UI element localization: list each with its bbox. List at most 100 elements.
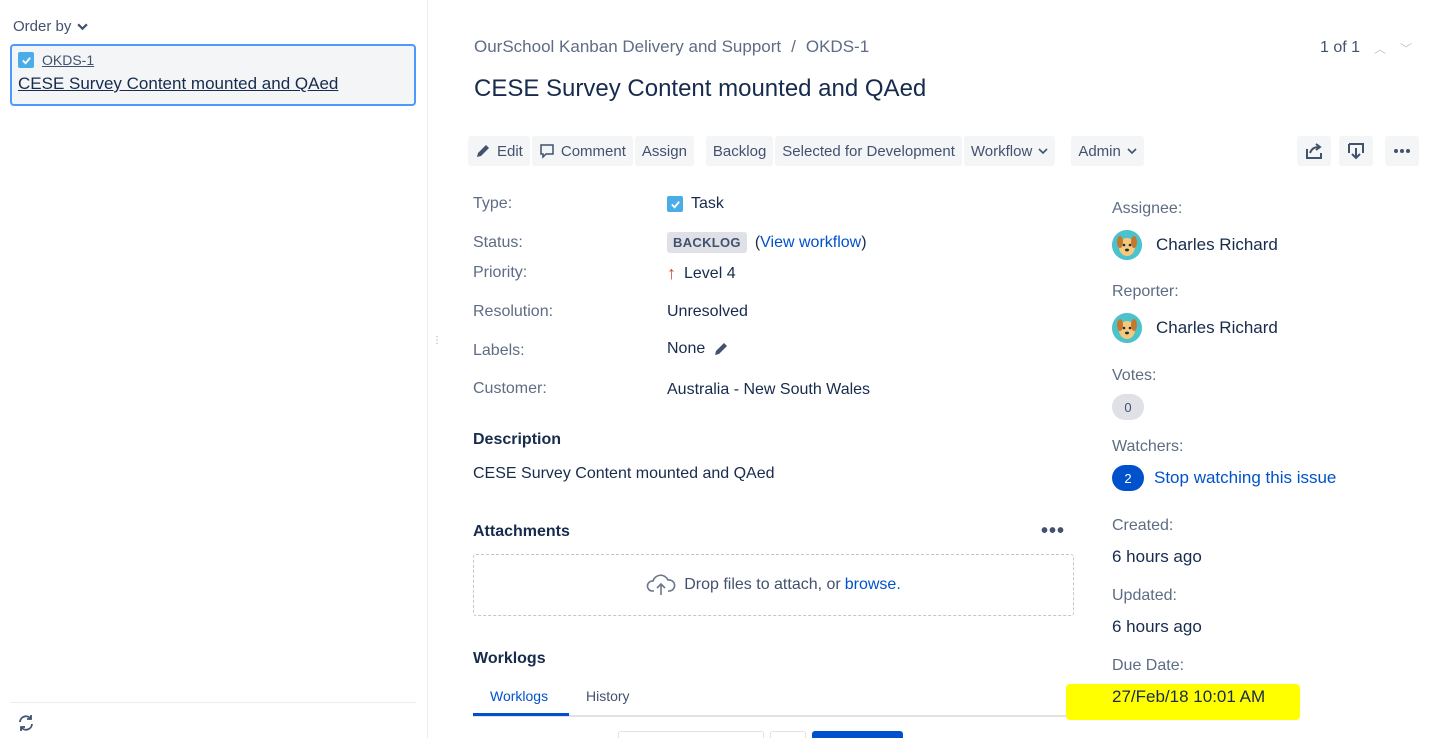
issue-summary-link[interactable]: CESE Survey Content mounted and QAed bbox=[18, 74, 408, 94]
selected-for-development-label: Selected for Development bbox=[782, 142, 955, 160]
avatar-icon bbox=[1112, 313, 1142, 343]
partial-primary-button[interactable] bbox=[812, 731, 903, 738]
order-by-dropdown[interactable]: Order by bbox=[13, 18, 89, 35]
issue-pager: 1 of 1 ︿ ﹀ bbox=[1320, 39, 1412, 57]
view-workflow-link[interactable]: View workflow bbox=[760, 234, 861, 251]
reporter-name: Charles Richard bbox=[1156, 318, 1278, 337]
description-text[interactable]: CESE Survey Content mounted and QAed bbox=[473, 465, 775, 483]
page-title: CESE Survey Content mounted and QAed bbox=[474, 75, 927, 102]
worklogs-heading: Worklogs bbox=[473, 650, 546, 667]
resolution-label: Resolution: bbox=[473, 303, 554, 320]
type-label: Type: bbox=[473, 195, 513, 212]
priority-value: ↑ Level 4 bbox=[667, 263, 736, 284]
avatar-icon bbox=[1112, 230, 1142, 260]
breadcrumb-project-link[interactable]: OurSchool Kanban Delivery and Support bbox=[474, 37, 781, 57]
active-tab-indicator bbox=[473, 713, 569, 716]
resolution-value: Unresolved bbox=[667, 303, 748, 320]
backlog-button[interactable]: Backlog bbox=[705, 136, 774, 166]
chevron-down-icon bbox=[1127, 148, 1137, 155]
assignee-value[interactable]: Charles Richard bbox=[1112, 230, 1278, 260]
attachments-more-icon[interactable]: ••• bbox=[1041, 521, 1065, 541]
task-icon bbox=[667, 196, 683, 212]
pager-count: 1 of 1 bbox=[1320, 39, 1361, 56]
assign-label: Assign bbox=[641, 142, 687, 160]
customer-value: Australia - New South Wales bbox=[667, 381, 871, 398]
votes-value[interactable]: 0 bbox=[1112, 394, 1144, 420]
votes-label: Votes: bbox=[1112, 367, 1157, 384]
due-date-value: 27/Feb/18 10:01 AM bbox=[1112, 687, 1266, 706]
pencil-icon bbox=[477, 145, 489, 157]
more-icon bbox=[1394, 149, 1410, 153]
share-icon bbox=[1306, 143, 1322, 159]
issue-list-pane: Order by OKDS-1 CESE Survey Content moun… bbox=[0, 0, 428, 738]
issue-toolbar: Edit Comment Assign Backlog Selected for… bbox=[468, 136, 1144, 166]
reporter-label: Reporter: bbox=[1112, 283, 1179, 300]
divider bbox=[10, 702, 416, 703]
labels-text: None bbox=[667, 340, 706, 357]
breadcrumb-issue-link[interactable]: OKDS-1 bbox=[806, 37, 869, 57]
issue-list-item[interactable]: OKDS-1 CESE Survey Content mounted and Q… bbox=[10, 44, 416, 106]
assign-button[interactable]: Assign bbox=[634, 136, 694, 166]
chevron-up-icon[interactable]: ︿ bbox=[1374, 40, 1386, 57]
updated-label: Updated: bbox=[1112, 587, 1177, 604]
chevron-down-icon bbox=[77, 23, 89, 31]
workflow-label: Workflow bbox=[970, 142, 1033, 160]
tab-history[interactable]: History bbox=[586, 688, 630, 704]
more-actions-button[interactable] bbox=[1385, 136, 1419, 166]
selected-for-development-button[interactable]: Selected for Development bbox=[775, 136, 962, 166]
browse-link[interactable]: browse. bbox=[845, 576, 901, 594]
comment-icon bbox=[540, 144, 554, 159]
watchers-badge[interactable]: 2 bbox=[1112, 465, 1144, 491]
cloud-upload-icon bbox=[646, 574, 676, 595]
breadcrumb: OurSchool Kanban Delivery and Support / … bbox=[474, 37, 869, 57]
admin-label: Admin bbox=[1078, 142, 1121, 160]
votes-badge: 0 bbox=[1112, 394, 1144, 420]
comment-label: Comment bbox=[560, 142, 626, 160]
stop-watching-link[interactable]: Stop watching this issue bbox=[1154, 468, 1336, 488]
created-label: Created: bbox=[1112, 517, 1174, 534]
view-workflow-wrapper: (View workflow) bbox=[754, 233, 867, 251]
order-by-label: Order by bbox=[13, 18, 72, 35]
status-badge: BACKLOG bbox=[667, 232, 747, 253]
updated-value: 6 hours ago bbox=[1112, 617, 1202, 636]
labels-label: Labels: bbox=[473, 342, 525, 359]
export-icon bbox=[1348, 143, 1364, 160]
watchers-label: Watchers: bbox=[1112, 438, 1184, 455]
task-icon bbox=[18, 52, 34, 68]
chevron-down-icon[interactable]: ﹀ bbox=[1400, 40, 1412, 57]
assignee-label: Assignee: bbox=[1112, 200, 1183, 217]
partial-button[interactable] bbox=[770, 731, 806, 738]
description-heading: Description bbox=[473, 431, 562, 448]
status-value: BACKLOG (View workflow) bbox=[667, 232, 867, 253]
refresh-icon[interactable] bbox=[17, 714, 35, 732]
export-button[interactable] bbox=[1339, 136, 1373, 166]
watchers-value: 2 Stop watching this issue bbox=[1112, 465, 1336, 491]
status-label: Status: bbox=[473, 234, 523, 251]
comment-button[interactable]: Comment bbox=[531, 136, 633, 166]
admin-dropdown[interactable]: Admin bbox=[1071, 136, 1144, 166]
type-value: Task bbox=[667, 195, 724, 213]
worklogs-tabs: Worklogs History bbox=[473, 682, 1074, 717]
pencil-icon[interactable] bbox=[713, 341, 729, 357]
priority-arrow-icon: ↑ bbox=[667, 263, 676, 283]
customer-label: Customer: bbox=[473, 380, 547, 397]
chevron-down-icon bbox=[1038, 148, 1048, 155]
type-text: Task bbox=[691, 195, 724, 212]
due-date-label: Due Date: bbox=[1112, 657, 1185, 674]
edit-label: Edit bbox=[497, 142, 523, 160]
labels-value: None bbox=[667, 340, 729, 358]
pane-resize-handle[interactable]: ⋮ bbox=[432, 336, 442, 356]
tab-worklogs[interactable]: Worklogs bbox=[490, 688, 548, 704]
created-value: 6 hours ago bbox=[1112, 547, 1202, 566]
priority-text: Level 4 bbox=[684, 264, 736, 282]
edit-button[interactable]: Edit bbox=[468, 136, 530, 166]
partial-button-group[interactable] bbox=[618, 731, 764, 738]
dropzone-text: Drop files to attach, or bbox=[684, 576, 841, 593]
workflow-dropdown[interactable]: Workflow bbox=[963, 136, 1056, 166]
reporter-value[interactable]: Charles Richard bbox=[1112, 313, 1278, 343]
priority-label: Priority: bbox=[473, 264, 528, 281]
issue-key-link[interactable]: OKDS-1 bbox=[42, 52, 94, 68]
attachments-heading: Attachments bbox=[473, 523, 570, 540]
share-button[interactable] bbox=[1297, 136, 1331, 166]
attachment-dropzone[interactable]: Drop files to attach, or browse. bbox=[473, 554, 1074, 616]
